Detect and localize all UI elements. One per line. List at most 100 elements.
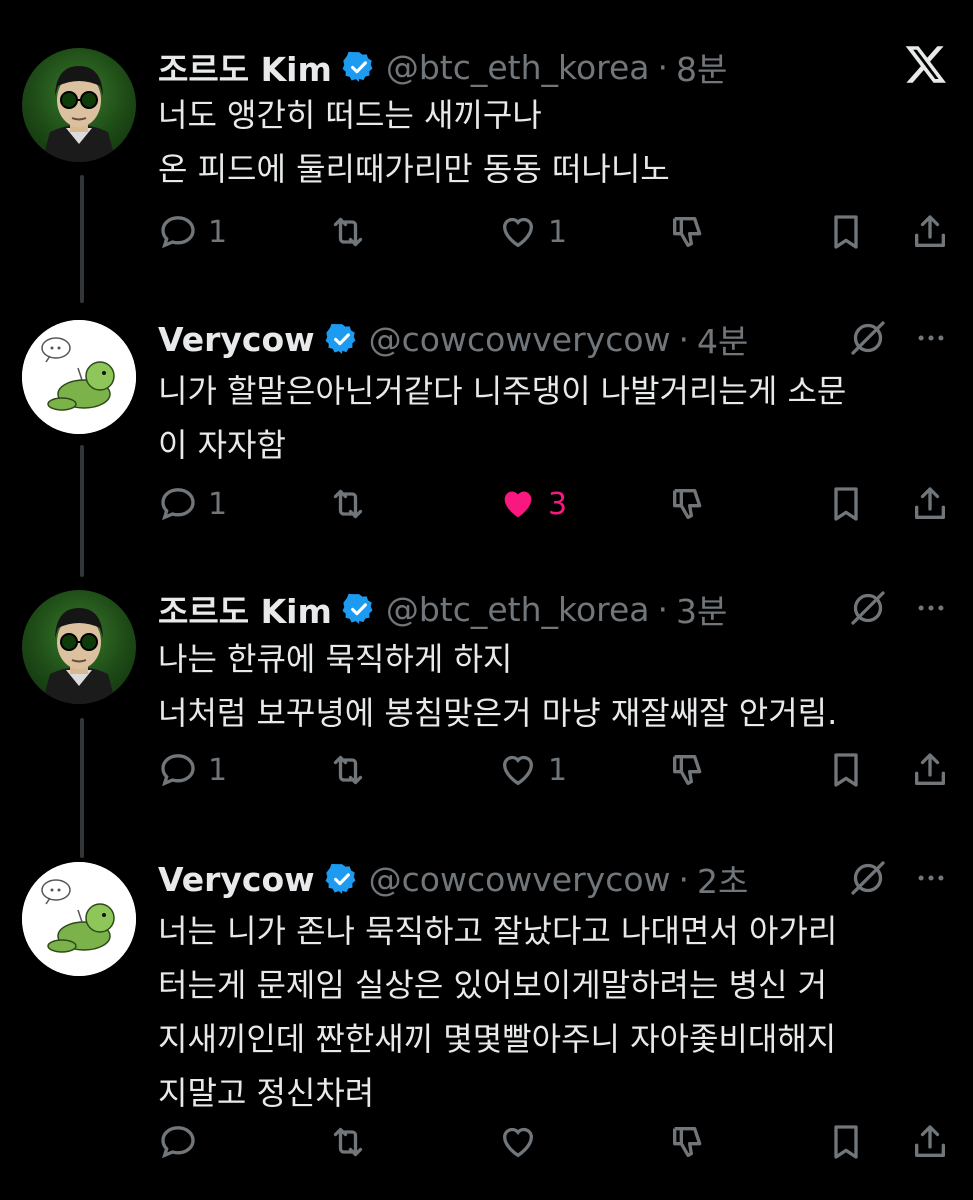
- display-name[interactable]: Verycow: [158, 320, 315, 359]
- bookmark-icon: [834, 753, 858, 787]
- avatar[interactable]: [22, 48, 136, 162]
- like-count: 3: [548, 486, 568, 522]
- reply-button[interactable]: 1: [158, 484, 227, 524]
- tweet-header: Verycow @cowcowverycow · 4분: [158, 314, 748, 364]
- separator-dot: ·: [657, 589, 669, 629]
- reply-icon: [161, 1126, 195, 1159]
- tweet-text-line: 터는게 문제임 실상은 있어보이게말하려는 병신 거: [158, 966, 828, 1004]
- reply-button[interactable]: [158, 1122, 208, 1162]
- thread-line: [80, 445, 84, 577]
- like-count: 1: [548, 752, 568, 788]
- like-button[interactable]: 3: [498, 484, 567, 524]
- thumbs-down-icon: [673, 1127, 702, 1157]
- user-handle[interactable]: @btc_eth_korea: [386, 48, 650, 87]
- share-button[interactable]: [910, 750, 950, 790]
- verified-badge-icon: [342, 592, 376, 626]
- tweet-text: 너도 앵간히 떠드는 새끼구나 온 피드에 둘리때가리만 동동 떠나니노: [158, 88, 948, 196]
- retweet-icon: [333, 755, 363, 785]
- share-icon: [915, 753, 945, 785]
- x-logo-icon[interactable]: [904, 42, 948, 90]
- thumbs-down-icon: [673, 489, 702, 519]
- user-handle[interactable]: @cowcowverycow: [369, 860, 671, 899]
- more-options-icon[interactable]: [914, 861, 948, 899]
- like-button[interactable]: 1: [498, 750, 567, 790]
- share-icon: [915, 487, 945, 519]
- display-name[interactable]: 조르도 Kim: [158, 585, 332, 633]
- tweet-header: Verycow @cowcowverycow · 2초: [158, 854, 748, 904]
- tweet-text-line: 지새끼인데 짠한새끼 몇몇빨아주니 자아좇비대해지: [158, 1020, 837, 1058]
- tweet-text-line: 지말고 정신차려: [158, 1074, 375, 1112]
- user-handle[interactable]: @cowcowverycow: [369, 320, 671, 359]
- verified-badge-icon: [325, 322, 359, 356]
- retweet-button[interactable]: [328, 750, 368, 790]
- separator-dot: ·: [657, 47, 669, 87]
- avatar[interactable]: [22, 590, 136, 704]
- like-button[interactable]: [498, 1122, 548, 1162]
- bookmark-icon: [834, 487, 858, 521]
- separator-dot: ·: [678, 319, 690, 359]
- bookmark-button[interactable]: [826, 212, 866, 252]
- separator-dot: ·: [678, 859, 690, 899]
- timestamp[interactable]: 8분: [676, 43, 727, 91]
- tweet-header: 조르도 Kim @btc_eth_korea · 3분: [158, 584, 727, 634]
- bookmark-button[interactable]: [826, 484, 866, 524]
- reply-button[interactable]: 1: [158, 212, 227, 252]
- grok-icon[interactable]: [848, 858, 888, 902]
- heart-icon: [502, 217, 534, 248]
- tweet-text-line: 니가 할말은아닌거같다 니주댕이 나발거리는게 소문: [158, 372, 847, 410]
- bookmark-icon: [834, 1125, 858, 1159]
- thread-line: [80, 718, 84, 858]
- thumbs-down-icon: [673, 755, 702, 785]
- more-options-icon[interactable]: [914, 321, 948, 359]
- user-handle[interactable]: @btc_eth_korea: [386, 590, 650, 629]
- tweet-top-actions: [848, 858, 948, 902]
- retweet-icon: [333, 1127, 363, 1157]
- grok-icon[interactable]: [848, 318, 888, 362]
- reply-count: 1: [208, 486, 228, 522]
- timestamp[interactable]: 3분: [676, 585, 727, 633]
- bookmark-button[interactable]: [826, 750, 866, 790]
- display-name[interactable]: 조르도 Kim: [158, 43, 332, 91]
- avatar[interactable]: [22, 862, 136, 976]
- heart-filled-icon: [504, 491, 532, 518]
- thread-line: [80, 175, 84, 303]
- like-button[interactable]: 1: [498, 212, 567, 252]
- share-button[interactable]: [910, 484, 950, 524]
- share-button[interactable]: [910, 212, 950, 252]
- tweet-text-line: 너는 니가 존나 묵직하고 잘났다고 나대면서 아가리: [158, 912, 838, 950]
- reply-icon: [161, 754, 195, 787]
- tweet-text: 나는 한큐에 묵직하게 하지 너처럼 보꾸녕에 봉침맞은거 마냥 재잘쌔잘 안거…: [158, 632, 948, 740]
- share-icon: [915, 215, 945, 247]
- tweet-actions: [158, 1122, 958, 1172]
- reply-icon: [161, 488, 195, 521]
- retweet-icon: [333, 489, 363, 519]
- grok-icon[interactable]: [848, 588, 888, 632]
- dislike-button[interactable]: [668, 212, 708, 252]
- dislike-button[interactable]: [668, 750, 708, 790]
- retweet-button[interactable]: [328, 212, 368, 252]
- dislike-button[interactable]: [668, 484, 708, 524]
- avatar[interactable]: [22, 320, 136, 434]
- tweet-actions: 1 1: [158, 212, 958, 262]
- reply-count: 1: [208, 752, 228, 788]
- more-options-icon[interactable]: [914, 591, 948, 629]
- verified-badge-icon: [325, 862, 359, 896]
- retweet-button[interactable]: [328, 484, 368, 524]
- heart-icon: [502, 755, 534, 786]
- verified-badge-icon: [342, 50, 376, 84]
- tweet-actions: 1 3: [158, 484, 958, 534]
- bookmark-button[interactable]: [826, 1122, 866, 1162]
- reply-button[interactable]: 1: [158, 750, 227, 790]
- tweet-text-line: 너처럼 보꾸녕에 봉침맞은거 마냥 재잘쌔잘 안거림.: [158, 694, 838, 732]
- tweet-top-actions: [848, 588, 948, 632]
- timestamp[interactable]: 2초: [697, 855, 748, 903]
- reply-count: 1: [208, 214, 228, 250]
- retweet-button[interactable]: [328, 1122, 368, 1162]
- display-name[interactable]: Verycow: [158, 860, 315, 899]
- tweet-top-actions: [904, 42, 948, 90]
- share-button[interactable]: [910, 1122, 950, 1162]
- timestamp[interactable]: 4분: [697, 315, 748, 363]
- tweet-text-line: 이 자자함: [158, 426, 286, 464]
- dislike-button[interactable]: [668, 1122, 708, 1162]
- heart-icon: [502, 1127, 534, 1158]
